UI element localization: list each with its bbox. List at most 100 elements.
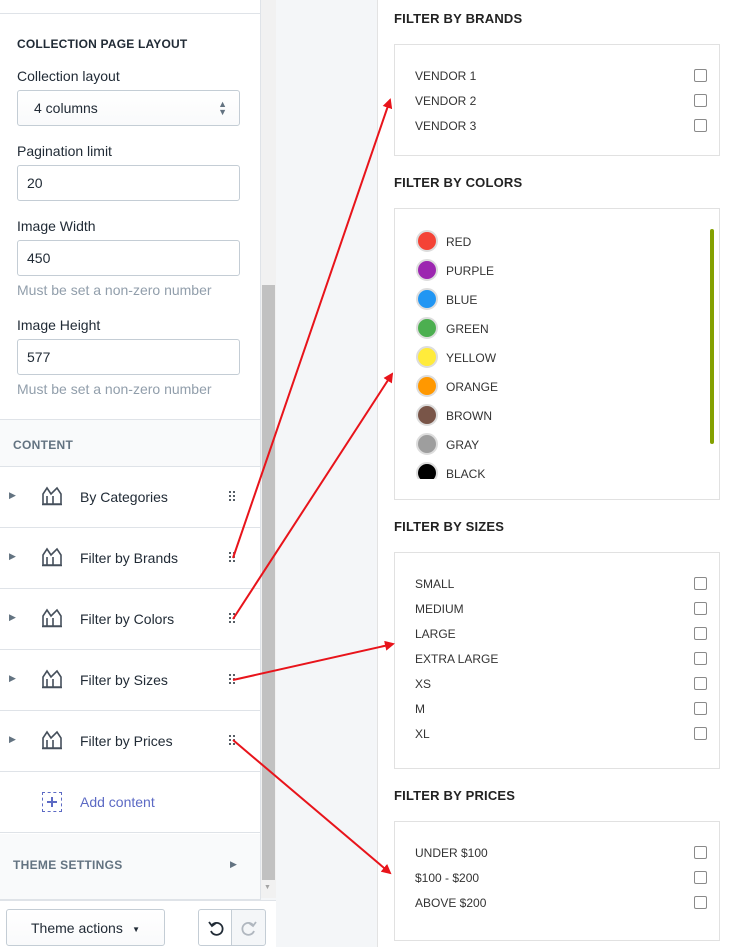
theme-editor-sidebar: COLLECTION PAGE LAYOUT Collection layout… [0, 0, 261, 900]
size-option-label: M [415, 702, 425, 716]
color-swatch[interactable] [416, 288, 438, 310]
block-row-filter-by-prices[interactable]: ▶ Filter by Prices [0, 711, 260, 772]
chevron-right-icon[interactable]: ▶ [9, 734, 16, 745]
drag-handle-icon[interactable] [229, 613, 237, 625]
drag-handle-icon[interactable] [229, 491, 237, 503]
image-width-input[interactable]: 450 [17, 240, 240, 276]
block-row-by-categories[interactable]: ▶ By Categories [0, 467, 260, 528]
chevron-down-icon: ▼ [132, 925, 140, 934]
color-label: BROWN [446, 409, 492, 423]
undo-icon [208, 921, 224, 936]
brand-option-label: VENDOR 3 [415, 119, 477, 133]
color-label: ORANGE [446, 380, 499, 394]
chevron-right-icon[interactable]: ▶ [9, 612, 16, 623]
pagination-limit-label: Pagination limit [17, 143, 112, 159]
theme-settings-label: THEME SETTINGS [13, 858, 123, 872]
chevron-right-icon[interactable]: ▶ [9, 551, 16, 562]
color-label: GREEN [446, 322, 489, 336]
select-caret-icon: ▲ ▼ [218, 99, 227, 117]
undo-button[interactable] [198, 909, 232, 946]
color-label: BLACK [446, 467, 486, 479]
sidebar-scrollbar[interactable]: ▼ [261, 0, 276, 898]
size-checkbox[interactable] [694, 677, 707, 690]
price-option-label: ABOVE $200 [415, 896, 487, 910]
size-option-label: EXTRA LARGE [415, 652, 499, 666]
image-height-help: Must be set a non-zero number [17, 381, 212, 397]
size-option-label: MEDIUM [415, 602, 464, 616]
block-row-filter-by-sizes[interactable]: ▶ Filter by Sizes [0, 650, 260, 711]
section-block-icon [42, 669, 62, 689]
brand-checkbox[interactable] [694, 69, 707, 82]
price-checkbox[interactable] [694, 896, 707, 909]
drag-handle-icon[interactable] [229, 674, 237, 686]
add-content-button[interactable]: Add content [0, 772, 260, 833]
color-label: GRAY [446, 438, 480, 452]
color-label: YELLOW [446, 351, 497, 365]
color-label: BLUE [446, 293, 478, 307]
collection-layout-select[interactable]: 4 columns ▲ ▼ [17, 90, 240, 126]
content-header-label: CONTENT [13, 438, 74, 452]
theme-actions-button[interactable]: Theme actions ▼ [6, 909, 165, 946]
redo-icon [241, 921, 257, 936]
brand-checkbox[interactable] [694, 94, 707, 107]
collection-layout-value: 4 columns [34, 100, 98, 116]
brands-filter-title: FILTER BY BRANDS [394, 11, 523, 26]
section-block-icon [42, 730, 62, 750]
block-label: Filter by Brands [80, 550, 179, 566]
size-checkbox[interactable] [694, 702, 707, 715]
color-swatch[interactable] [416, 375, 438, 397]
size-option-label: XS [415, 677, 432, 691]
color-swatch[interactable] [416, 259, 438, 281]
color-swatch[interactable] [416, 433, 438, 455]
colors-filter-box: RED PURPLE BLUE GREEN YELLOW ORANGE BROW… [394, 208, 720, 500]
scroll-down-arrow-icon[interactable]: ▼ [264, 884, 271, 891]
price-option-label: UNDER $100 [415, 846, 488, 860]
color-label: RED [446, 235, 472, 249]
collection-layout-label: Collection layout [17, 68, 120, 84]
redo-button[interactable] [231, 909, 266, 946]
image-height-input[interactable]: 577 [17, 339, 240, 375]
block-row-filter-by-colors[interactable]: ▶ Filter by Colors [0, 589, 260, 650]
color-list-scroll-indicator[interactable] [710, 229, 714, 444]
price-checkbox[interactable] [694, 871, 707, 884]
block-label: By Categories [80, 489, 168, 505]
brand-option-label: VENDOR 1 [415, 69, 477, 83]
prices-filter-title: FILTER BY PRICES [394, 788, 516, 803]
drag-handle-icon[interactable] [229, 552, 237, 564]
pagination-limit-input[interactable]: 20 [17, 165, 240, 201]
color-swatch[interactable] [416, 404, 438, 426]
price-checkbox[interactable] [694, 846, 707, 859]
block-label: Filter by Prices [80, 733, 173, 749]
add-content-label: Add content [80, 794, 155, 810]
sizes-filter-title: FILTER BY SIZES [394, 519, 505, 534]
block-row-filter-by-brands[interactable]: ▶ Filter by Brands [0, 528, 260, 589]
brand-checkbox[interactable] [694, 119, 707, 132]
size-checkbox[interactable] [694, 727, 707, 740]
color-swatch[interactable] [416, 317, 438, 339]
scrollbar-thumb[interactable] [262, 285, 275, 880]
add-icon [42, 792, 62, 812]
image-height-label: Image Height [17, 317, 101, 333]
size-option-label: SMALL [415, 577, 455, 591]
brand-option-label: VENDOR 2 [415, 94, 477, 108]
chevron-right-icon[interactable]: ▶ [9, 673, 16, 684]
theme-actions-label: Theme actions [31, 920, 123, 936]
price-option-label: $100 - $200 [415, 871, 480, 885]
color-swatch[interactable] [416, 462, 438, 479]
color-swatch-list[interactable]: RED PURPLE BLUE GREEN YELLOW ORANGE BROW… [395, 209, 719, 479]
sizes-filter-box: SMALL MEDIUM LARGE EXTRA LARGE XS M XL [394, 552, 720, 769]
block-label: Filter by Colors [80, 611, 175, 627]
size-checkbox[interactable] [694, 627, 707, 640]
chevron-right-icon[interactable]: ▶ [9, 490, 16, 501]
size-checkbox[interactable] [694, 602, 707, 615]
drag-handle-icon[interactable] [229, 735, 237, 747]
size-checkbox[interactable] [694, 577, 707, 590]
theme-settings-row[interactable]: THEME SETTINGS ▶ [0, 834, 260, 900]
color-swatch[interactable] [416, 230, 438, 252]
section-title: COLLECTION PAGE LAYOUT [17, 37, 188, 51]
color-swatch[interactable] [416, 346, 438, 368]
section-block-icon [42, 547, 62, 567]
colors-filter-title: FILTER BY COLORS [394, 175, 523, 190]
size-checkbox[interactable] [694, 652, 707, 665]
image-width-label: Image Width [17, 218, 96, 234]
